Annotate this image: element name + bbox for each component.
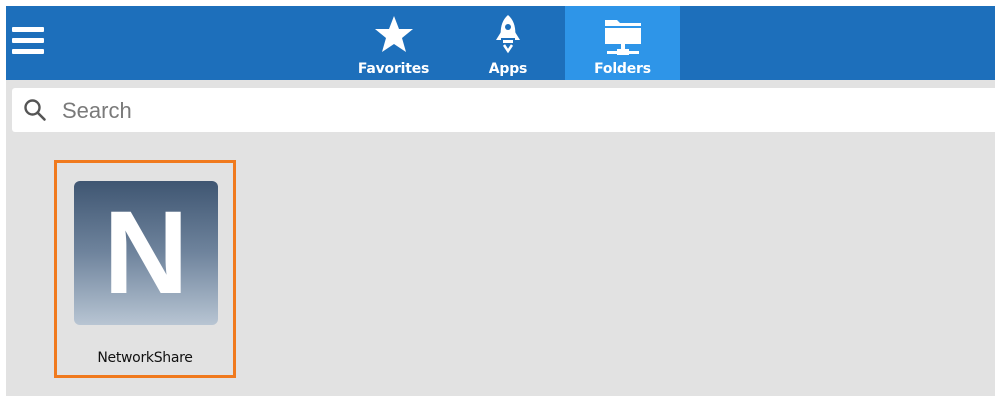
- search-bar: [12, 88, 995, 132]
- folder-tile-label: NetworkShare: [97, 350, 193, 366]
- app-window: Favorites Apps Folders Search N NetworkS…: [6, 6, 995, 396]
- rocket-icon: [465, 14, 551, 58]
- tab-favorites[interactable]: Favorites: [347, 6, 440, 80]
- tab-favorites-label: Favorites: [357, 61, 430, 77]
- network-folder-icon: [565, 14, 680, 58]
- folder-icon-letter: N: [103, 187, 189, 319]
- tab-apps-label: Apps: [488, 61, 528, 77]
- top-toolbar: Favorites Apps Folders: [6, 6, 995, 80]
- tab-folders-label: Folders: [594, 61, 651, 77]
- hamburger-menu-icon[interactable]: [12, 25, 44, 57]
- star-icon: [347, 14, 440, 58]
- tab-folders[interactable]: Folders: [565, 6, 680, 80]
- folder-tile-networkshare[interactable]: N NetworkShare: [54, 160, 236, 378]
- search-icon[interactable]: [23, 98, 47, 127]
- search-input[interactable]: [60, 94, 984, 128]
- tab-apps[interactable]: Apps: [465, 6, 551, 80]
- folder-letter-icon: N: [74, 181, 218, 325]
